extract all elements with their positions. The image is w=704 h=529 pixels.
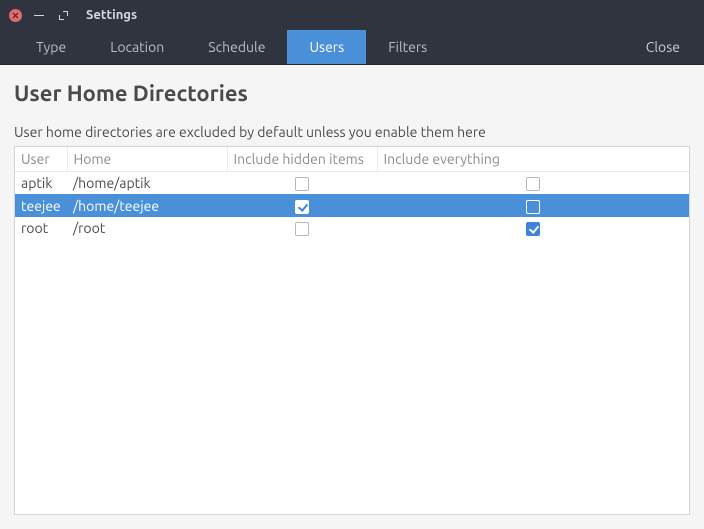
table-row[interactable]: aptik /home/aptik bbox=[15, 172, 689, 195]
tab-type[interactable]: Type bbox=[14, 30, 88, 64]
window-maximize-button[interactable] bbox=[56, 8, 70, 22]
checkbox-include-hidden[interactable] bbox=[295, 200, 309, 214]
table-row[interactable]: teejee /home/teejee bbox=[15, 194, 689, 216]
close-button[interactable]: Close bbox=[622, 30, 704, 64]
users-table: User Home Include hidden items Include e… bbox=[15, 147, 689, 239]
checkbox-include-hidden[interactable] bbox=[295, 222, 309, 236]
maximize-icon bbox=[59, 11, 68, 20]
cell-home: /home/teejee bbox=[67, 194, 227, 216]
window-minimize-button[interactable] bbox=[32, 8, 46, 22]
toolbar: Type Location Schedule Users Filters Clo… bbox=[0, 30, 704, 65]
minimize-icon bbox=[34, 14, 44, 16]
cell-user: root bbox=[15, 217, 67, 239]
table-header-row: User Home Include hidden items Include e… bbox=[15, 147, 689, 172]
cell-user: aptik bbox=[15, 172, 67, 195]
cell-home: /home/aptik bbox=[67, 172, 227, 195]
tabgroup: Type Location Schedule Users Filters bbox=[14, 30, 449, 64]
page-description: User home directories are excluded by de… bbox=[14, 124, 690, 140]
checkbox-include-everything[interactable] bbox=[526, 177, 540, 191]
close-icon bbox=[9, 9, 22, 22]
tab-location[interactable]: Location bbox=[88, 30, 186, 64]
page-title: User Home Directories bbox=[14, 81, 690, 106]
tab-users[interactable]: Users bbox=[287, 30, 366, 64]
checkbox-include-everything[interactable] bbox=[526, 200, 540, 214]
header-include-hidden[interactable]: Include hidden items bbox=[227, 147, 377, 172]
cell-user: teejee bbox=[15, 194, 67, 216]
window-title: Settings bbox=[86, 8, 137, 22]
header-include-everything[interactable]: Include everything bbox=[377, 147, 689, 172]
content: User Home Directories User home director… bbox=[0, 65, 704, 529]
users-table-wrap: User Home Include hidden items Include e… bbox=[14, 146, 690, 515]
tab-filters[interactable]: Filters bbox=[366, 30, 449, 64]
header-home[interactable]: Home bbox=[67, 147, 227, 172]
titlebar: Settings bbox=[0, 0, 704, 30]
checkbox-include-hidden[interactable] bbox=[295, 177, 309, 191]
cell-home: /root bbox=[67, 217, 227, 239]
checkbox-include-everything[interactable] bbox=[526, 222, 540, 236]
table-row[interactable]: root /root bbox=[15, 217, 689, 239]
header-user[interactable]: User bbox=[15, 147, 67, 172]
window-close-button[interactable] bbox=[8, 8, 22, 22]
tab-schedule[interactable]: Schedule bbox=[186, 30, 287, 64]
